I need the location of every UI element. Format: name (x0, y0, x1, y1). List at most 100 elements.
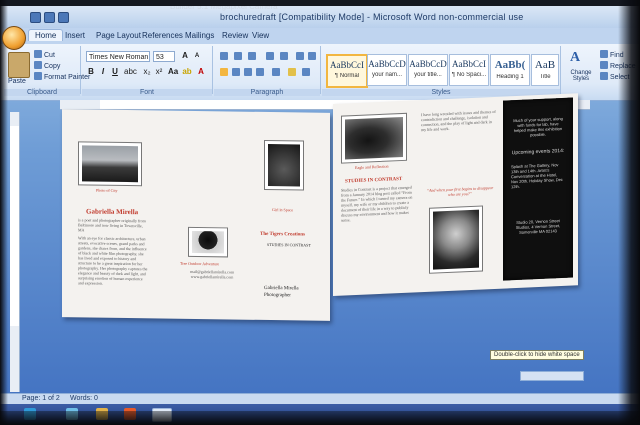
font-name-box[interactable]: Times New Roman (86, 51, 150, 62)
office-button[interactable] (2, 26, 26, 50)
align-center-icon[interactable] (232, 68, 240, 76)
brochure-subtitle: STUDIES IN CONTRAST (267, 241, 311, 248)
photo-girl[interactable] (264, 139, 304, 191)
monitor-bezel-left (0, 0, 8, 425)
vertical-ruler-active-area (10, 126, 19, 326)
word-window: Builder 5.1 Megapixel Camera brochuredra… (0, 0, 640, 425)
bullets-icon[interactable] (220, 52, 228, 60)
style-your-name[interactable]: AaBbCcD your nam... (367, 54, 407, 86)
monitor-bezel-right (618, 0, 640, 425)
style-no-spacing[interactable]: AaBbCcI ¶ No Spaci... (449, 54, 489, 86)
signature-name: Gabriella Mirella (264, 285, 299, 292)
status-word-count[interactable]: Words: 0 (70, 395, 98, 402)
underline-icon[interactable]: U (110, 67, 120, 77)
tab-references[interactable]: References (142, 31, 183, 40)
document-page-2[interactable]: Eagle and Reflection STUDIES IN CONTRAST… (333, 93, 578, 296)
justify-icon[interactable] (256, 68, 264, 76)
line-spacing-icon[interactable] (272, 68, 280, 76)
document-page-1[interactable]: Photo of City Girl in Space Gabriella Mi… (62, 109, 330, 321)
shrink-font-icon[interactable]: A (192, 51, 202, 61)
author-intro: is a poet and photographer originally fr… (78, 217, 146, 233)
author-name: Gabriella Mirella (86, 207, 139, 217)
monitor-bezel-top (0, 0, 640, 6)
style-your-title[interactable]: AaBbCcD your title... (408, 54, 448, 86)
subscript-icon[interactable]: x₂ (142, 67, 152, 77)
panel-heading: Upcoming events 2014: (511, 147, 565, 157)
replace-icon (600, 61, 608, 69)
superscript-icon[interactable]: x² (154, 67, 164, 77)
sort-icon[interactable] (296, 52, 304, 60)
multilevel-list-icon[interactable] (248, 52, 256, 60)
zoom-slider[interactable] (520, 371, 584, 381)
select-icon (600, 72, 608, 80)
panel-events: Splash at The Gallery, Nov 13th and 14th… (511, 162, 563, 190)
middle-column-text: I have long wrestled with issues and the… (421, 108, 496, 133)
cut-button[interactable]: Cut (34, 50, 55, 59)
tab-mailings[interactable]: Mailings (185, 31, 214, 40)
paragraph-group-label: Paragraph (214, 89, 320, 96)
font-color-icon[interactable]: A (196, 67, 206, 77)
tooltip: Double-click to hide white space (490, 350, 584, 360)
copy-button[interactable]: Copy (34, 61, 60, 70)
status-page-count[interactable]: Page: 1 of 2 (22, 395, 60, 402)
ribbon-tab-bar: Home Insert Page Layout References Maili… (0, 28, 640, 44)
save-icon[interactable] (30, 12, 41, 23)
paragraph-group: Paragraph (214, 46, 321, 96)
clipboard-group-label: Clipboard (4, 89, 80, 96)
tab-review[interactable]: Review (222, 31, 248, 40)
align-right-icon[interactable] (244, 68, 252, 76)
caption-photo-tree: Tree Outdoor Adventure (180, 260, 220, 267)
contact-info: mail@gabriellamirella.com www.gabriellam… (190, 268, 234, 280)
title-bar: Builder 5.1 Megapixel Camera brochuredra… (0, 2, 640, 28)
vertical-ruler[interactable] (10, 112, 20, 392)
ribbon: Paste Cut Copy Format Painter Clipboard … (0, 44, 640, 101)
signature-role: Photographer (264, 292, 291, 299)
italic-icon[interactable]: I (98, 67, 108, 77)
decrease-indent-icon[interactable] (266, 52, 274, 60)
panel-footer: Studio 20, Vernon Street Studios, 4 Vern… (515, 218, 561, 235)
change-case-icon[interactable]: Aa (168, 67, 178, 77)
font-size-box[interactable]: 53 (153, 51, 175, 62)
numbering-icon[interactable] (234, 52, 242, 60)
tab-view[interactable]: View (252, 31, 269, 40)
quote-text: “And when your first begins to disappear… (426, 185, 494, 197)
brochure-title: The Tigers Creations (260, 231, 306, 238)
brush-icon (34, 72, 42, 80)
photo-eagle[interactable] (341, 112, 407, 164)
show-formatting-icon[interactable] (308, 52, 316, 60)
panel-intro: Much of your support, along with funds f… (513, 115, 563, 138)
style-heading-1[interactable]: AaBb( Heading 1 (490, 54, 530, 86)
change-styles-icon[interactable]: A (570, 50, 588, 66)
align-left-icon[interactable] (220, 68, 228, 76)
paste-icon[interactable] (8, 52, 30, 78)
caption-photo-eagle: Eagle and Reflection (355, 163, 389, 171)
photo-city[interactable] (78, 141, 142, 187)
paste-button[interactable]: Paste (8, 78, 26, 85)
font-group-label: Font (82, 89, 212, 96)
photo-tree[interactable] (188, 226, 228, 258)
binoculars-icon (600, 50, 608, 58)
shading-icon[interactable] (288, 68, 296, 76)
bold-icon[interactable]: B (86, 67, 96, 77)
change-styles-group: A Change Styles (562, 46, 598, 94)
strikethrough-icon[interactable]: abc (124, 67, 137, 77)
style-title[interactable]: AaB Title (531, 54, 559, 86)
change-styles-button[interactable]: Change Styles (564, 70, 598, 82)
increase-indent-icon[interactable] (280, 52, 288, 60)
redo-icon[interactable] (58, 12, 69, 23)
font-group: Times New Roman 53 A A B I U abc x₂ x² A… (82, 46, 213, 96)
scissors-icon (34, 50, 42, 58)
undo-icon[interactable] (44, 12, 55, 23)
photo-woman[interactable] (429, 205, 483, 274)
tab-home[interactable]: Home (28, 29, 64, 41)
copy-icon (34, 61, 42, 69)
borders-icon[interactable] (302, 68, 310, 76)
highlight-icon[interactable]: ab (182, 67, 192, 77)
right-heading: STUDIES IN CONTRAST (345, 176, 403, 185)
tab-insert[interactable]: Insert (65, 31, 85, 40)
tab-page-layout[interactable]: Page Layout (96, 31, 141, 40)
style-normal[interactable]: AaBbCcI ¶ Normal (326, 54, 368, 88)
grow-font-icon[interactable]: A (180, 51, 190, 61)
window-title: brochuredraft [Compatibility Mode] - Mic… (220, 12, 524, 22)
caption-photo-girl: Girl in Space (272, 207, 294, 213)
